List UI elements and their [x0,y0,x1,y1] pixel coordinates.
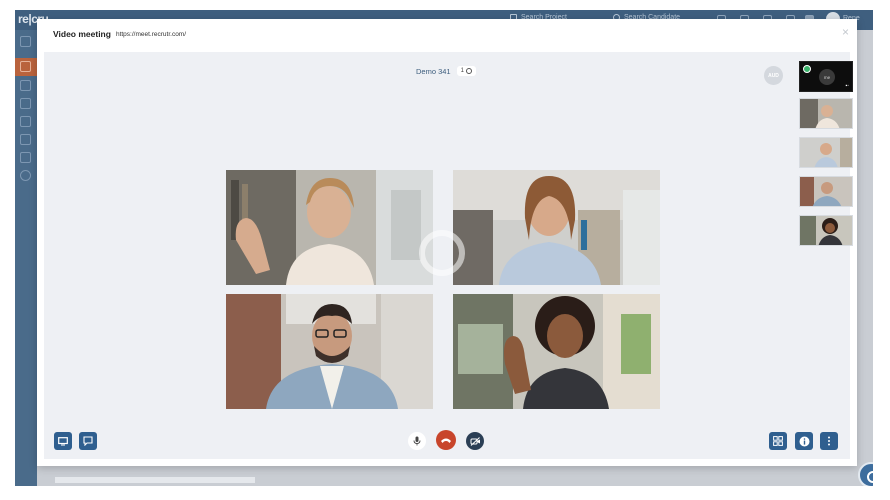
participant-thumbnail[interactable] [799,215,853,246]
chat-button[interactable] [79,432,97,450]
video-meeting-modal: Video meeting https://meet.recrutr.com/ … [37,19,857,466]
people-icon[interactable] [20,80,31,91]
participant-thumbnail[interactable] [799,137,853,168]
thumbnail-video [800,177,852,206]
more-button[interactable] [820,432,838,450]
room-info: Demo 341 1 [416,66,476,76]
participant-count-badge[interactable]: 1 [456,66,476,76]
modal-header: Video meeting https://meet.recrutr.com/ [37,19,857,49]
participant-thumbnail[interactable] [799,176,853,207]
person-icon [465,68,472,74]
help-fab-button[interactable] [858,462,873,486]
video-tile[interactable] [226,170,433,285]
end-call-button[interactable] [436,430,456,450]
pencil-icon[interactable] [20,36,31,47]
documents-icon[interactable] [20,98,31,109]
mic-button[interactable] [408,432,426,450]
video-tile[interactable] [226,294,433,409]
participant-thumbnail[interactable] [799,98,853,129]
close-icon[interactable]: × [842,26,849,38]
chat-icon [83,436,93,446]
grid-view-button[interactable] [769,432,787,450]
video-grid [226,170,660,412]
self-avatar: me [819,69,835,85]
inbox-icon[interactable] [20,134,31,145]
bank-icon [20,61,31,72]
self-view-thumbnail[interactable]: me ▪◦ [799,61,853,92]
modal-title: Video meeting [53,29,111,39]
participant-count: 1 [460,68,464,74]
chart-icon[interactable] [20,152,31,163]
meeting-stage: Demo 341 1 AUD me ▪◦ [44,52,853,459]
app-sidebar [15,30,37,486]
screen-share-button[interactable] [54,432,72,450]
video-tile[interactable] [453,294,660,409]
more-vertical-icon [828,436,830,446]
audio-badge[interactable]: AUD [764,66,783,85]
list-icon[interactable] [20,116,31,127]
participant-video [226,170,433,285]
background-panel [55,477,255,483]
thumbnail-video [800,138,852,167]
room-name: Demo 341 [416,66,451,76]
video-tile[interactable] [453,170,660,285]
check-icon [803,65,811,73]
participant-video [453,170,660,285]
meeting-url: https://meet.recrutr.com/ [115,30,187,38]
thumbnail-video [800,99,852,128]
watermark-logo [419,230,465,276]
microphone-icon [413,436,421,446]
settings-icon[interactable] [20,170,31,181]
info-icon [799,436,809,446]
phone-hangup-icon [441,438,451,443]
grid-icon [773,436,783,446]
participant-video [226,294,433,409]
camera-status-icon: ▪◦ [845,83,849,89]
monitor-icon [58,436,68,445]
thumbnail-video [800,216,852,245]
camera-off-icon [470,436,480,446]
camera-off-button[interactable] [466,432,484,450]
participant-video [453,294,660,409]
info-button[interactable] [795,432,813,450]
